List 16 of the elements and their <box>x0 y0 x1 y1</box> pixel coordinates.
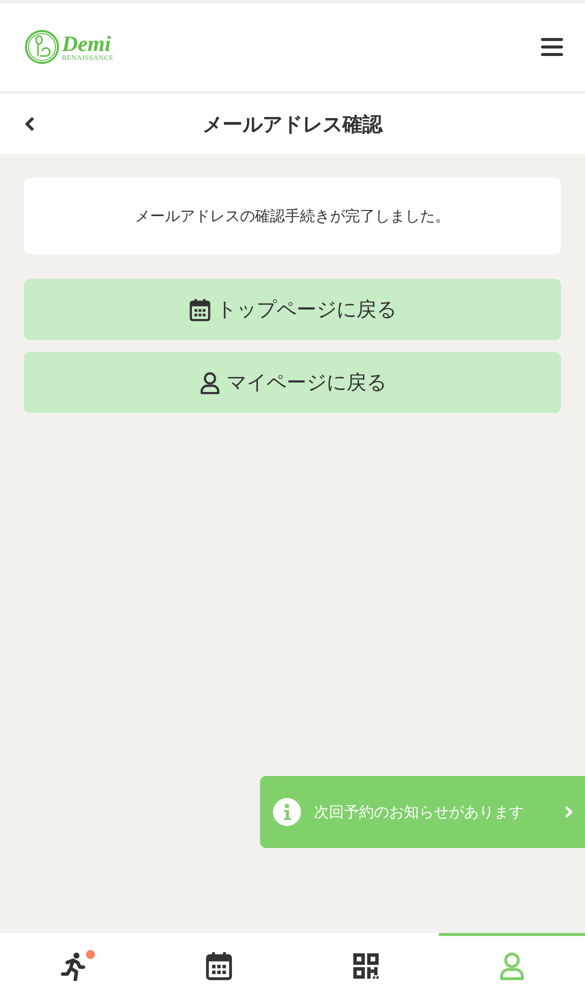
top-page-button[interactable]: トップページに戻る <box>24 279 561 340</box>
user-icon <box>198 370 220 394</box>
calendar-icon <box>205 950 234 980</box>
logo-name: Demi <box>62 32 111 54</box>
logo-icon <box>24 29 60 65</box>
qr-code-icon <box>352 950 380 980</box>
info-icon <box>272 797 302 827</box>
running-person-icon <box>59 950 88 980</box>
menu-button[interactable] <box>541 37 563 57</box>
menu-icon <box>541 37 563 57</box>
confirmation-message: メールアドレスの確認手続きが完了しました。 <box>135 206 450 226</box>
my-page-button[interactable]: マイページに戻る <box>24 352 561 413</box>
page-title: メールアドレス確認 <box>202 110 382 138</box>
user-icon <box>498 950 526 980</box>
chevron-right-icon <box>563 805 573 819</box>
calendar-icon <box>188 298 210 322</box>
